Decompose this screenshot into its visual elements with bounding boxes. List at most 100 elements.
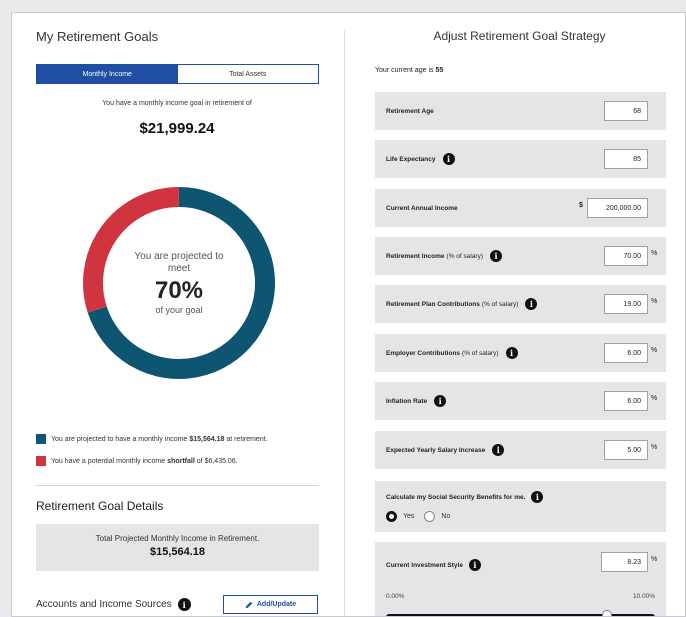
row-label: Employer Contributions (% of salary) i xyxy=(386,347,518,359)
row-plan-contributions: Retirement Plan Contributions (% of salar… xyxy=(375,285,666,323)
retirement-age-input[interactable]: 68 xyxy=(604,101,648,121)
percent-unit: % xyxy=(651,347,658,354)
radio-yes[interactable] xyxy=(386,511,397,522)
total-projected-box: Total Projected Monthly Income in Retire… xyxy=(36,524,319,571)
tab-monthly-income[interactable]: Monthly Income xyxy=(37,65,178,83)
retirement-goals-panel: My Retirement Goals Monthly Income Total… xyxy=(12,13,344,616)
row-label: Retirement Plan Contributions (% of salar… xyxy=(386,298,538,310)
slider-max-label: 10.00% xyxy=(632,593,655,600)
percent-unit: % xyxy=(651,556,658,563)
percent-unit: % xyxy=(651,444,658,451)
slider-min-label: 0.00% xyxy=(386,593,405,600)
legend-swatch-projected xyxy=(36,434,46,444)
legend-projected-value: $15,564.18 xyxy=(189,435,225,443)
current-age-value: 55 xyxy=(435,67,444,74)
row-label: Life Expectancy i xyxy=(386,153,455,165)
goal-description: You have a monthly income goal in retire… xyxy=(102,100,252,107)
slider-handle[interactable] xyxy=(602,610,613,616)
details-title: Retirement Goal Details xyxy=(36,499,164,513)
life-expectancy-input[interactable]: 85 xyxy=(604,149,648,169)
legend-shortfall: You have a potential monthly income shor… xyxy=(36,456,238,466)
info-icon[interactable]: i xyxy=(442,153,455,165)
strategy-title: Adjust Retirement Goal Strategy xyxy=(433,29,606,43)
current-age-label: Your current age is xyxy=(375,67,434,74)
row-label-text: Retirement Income xyxy=(386,252,445,260)
row-label: Retirement Income (% of salary) i xyxy=(386,250,503,262)
donut-center-label: You are projected to meet 70% of your go… xyxy=(81,185,277,381)
panel-divider xyxy=(344,29,345,616)
row-label-text: Retirement Age xyxy=(386,107,434,115)
legend-shortfall-post: of $6,435.06. xyxy=(196,457,238,465)
projection-percent: 70% xyxy=(154,277,204,304)
row-inflation-rate: Inflation Rate i 6.00 % xyxy=(375,382,666,420)
row-employer-contributions: Employer Contributions (% of salary) i 6.0… xyxy=(375,334,666,372)
row-retirement-age: Retirement Age 68 xyxy=(375,92,666,130)
info-icon[interactable]: i xyxy=(531,491,544,503)
legend-shortfall-pre: You have a potential monthly income xyxy=(51,457,166,465)
row-note: (% of salary) xyxy=(462,349,499,357)
percent-unit: % xyxy=(651,395,658,402)
total-projected-amount: $15,564.18 xyxy=(149,546,206,558)
inflation-rate-input[interactable]: 6.00 xyxy=(604,391,648,411)
goal-amount: $21,999.24 xyxy=(139,120,215,137)
row-current-annual-income: Current Annual Income $ 200,000.00 xyxy=(375,189,666,227)
social-security-label: Calculate my Social Security Benefits fo… xyxy=(386,491,655,503)
legend-projected-pre: You are projected to have a monthly inco… xyxy=(51,435,188,443)
info-icon[interactable]: i xyxy=(434,395,447,407)
retirement-income-input[interactable]: 70.00 xyxy=(604,246,648,266)
add-update-button[interactable]: Add/Update xyxy=(223,595,318,614)
info-icon[interactable]: i xyxy=(490,250,503,262)
plan-contributions-input[interactable]: 19.00 xyxy=(604,294,648,314)
row-note: (% of salary) xyxy=(446,252,484,260)
social-security-box: Calculate my Social Security Benefits fo… xyxy=(375,481,666,532)
row-label-text: Retirement Plan Contributions xyxy=(386,300,480,308)
projection-line-1: You are projected to meet xyxy=(134,251,224,274)
social-security-text: Calculate my Social Security Benefits fo… xyxy=(386,493,526,501)
panel-title: My Retirement Goals xyxy=(36,29,159,44)
row-life-expectancy: Life Expectancy i 85 xyxy=(375,140,666,178)
employer-contributions-input[interactable]: 6.00 xyxy=(604,343,648,363)
salary-increase-input[interactable]: 5.00 xyxy=(604,440,648,460)
projection-line-2: of your goal xyxy=(155,305,203,315)
row-label: Retirement Age xyxy=(386,108,434,115)
row-retirement-income: Retirement Income (% of salary) i 70.00 % xyxy=(375,237,666,275)
row-label-text: Employer Contributions xyxy=(386,349,461,357)
percent-unit: % xyxy=(651,298,658,305)
legend-shortfall-value: shortfall xyxy=(167,457,195,465)
social-security-radios: Yes No xyxy=(386,511,655,522)
radio-no-label[interactable]: No xyxy=(441,513,450,520)
row-label: Inflation Rate i xyxy=(386,395,447,407)
radio-yes-label[interactable]: Yes xyxy=(403,513,414,520)
percent-unit: % xyxy=(651,250,658,257)
info-icon[interactable]: i xyxy=(177,598,191,611)
legend-swatch-shortfall xyxy=(36,456,46,466)
info-icon[interactable]: i xyxy=(505,347,518,359)
row-label-text: Expected Yearly Salary Increase xyxy=(386,446,486,454)
total-projected-label: Total Projected Monthly Income in Retire… xyxy=(95,534,260,543)
info-icon[interactable]: i xyxy=(525,298,538,310)
info-icon[interactable]: i xyxy=(492,444,505,456)
accounts-heading: Accounts and Income Sources i xyxy=(36,598,191,611)
pencil-icon xyxy=(245,601,253,608)
investment-style-label: Current Investment Style i xyxy=(386,559,481,571)
row-label: Current Annual Income xyxy=(386,205,458,212)
row-label-text: Life Expectancy xyxy=(386,155,436,163)
row-note: (% of salary) xyxy=(481,300,519,308)
row-salary-increase: Expected Yearly Salary Increase i 5.00 % xyxy=(375,431,666,469)
legend-projected: You are projected to have a monthly inco… xyxy=(36,434,268,444)
investment-style-box: Current Investment Style i 8.23 % 0.00% 1… xyxy=(375,542,666,616)
add-update-label: Add/Update xyxy=(256,601,297,608)
info-icon[interactable]: i xyxy=(468,559,481,571)
radio-no[interactable] xyxy=(424,511,436,522)
currency-symbol: $ xyxy=(579,202,583,209)
section-divider xyxy=(36,485,319,486)
tab-total-assets[interactable]: Total Assets xyxy=(177,65,318,83)
legend-projected-post: at retirement. xyxy=(226,435,268,443)
row-label-text: Current Annual Income xyxy=(386,204,458,212)
investment-style-input[interactable]: 8.23 xyxy=(601,552,648,572)
accounts-label: Accounts and Income Sources xyxy=(36,599,172,610)
retirement-planner-window: My Retirement Goals Monthly Income Total… xyxy=(11,12,686,617)
annual-income-input[interactable]: 200,000.00 xyxy=(587,198,648,218)
current-age-line: Your current age is 55 xyxy=(375,67,443,74)
investment-style-text: Current Investment Style xyxy=(386,561,463,569)
